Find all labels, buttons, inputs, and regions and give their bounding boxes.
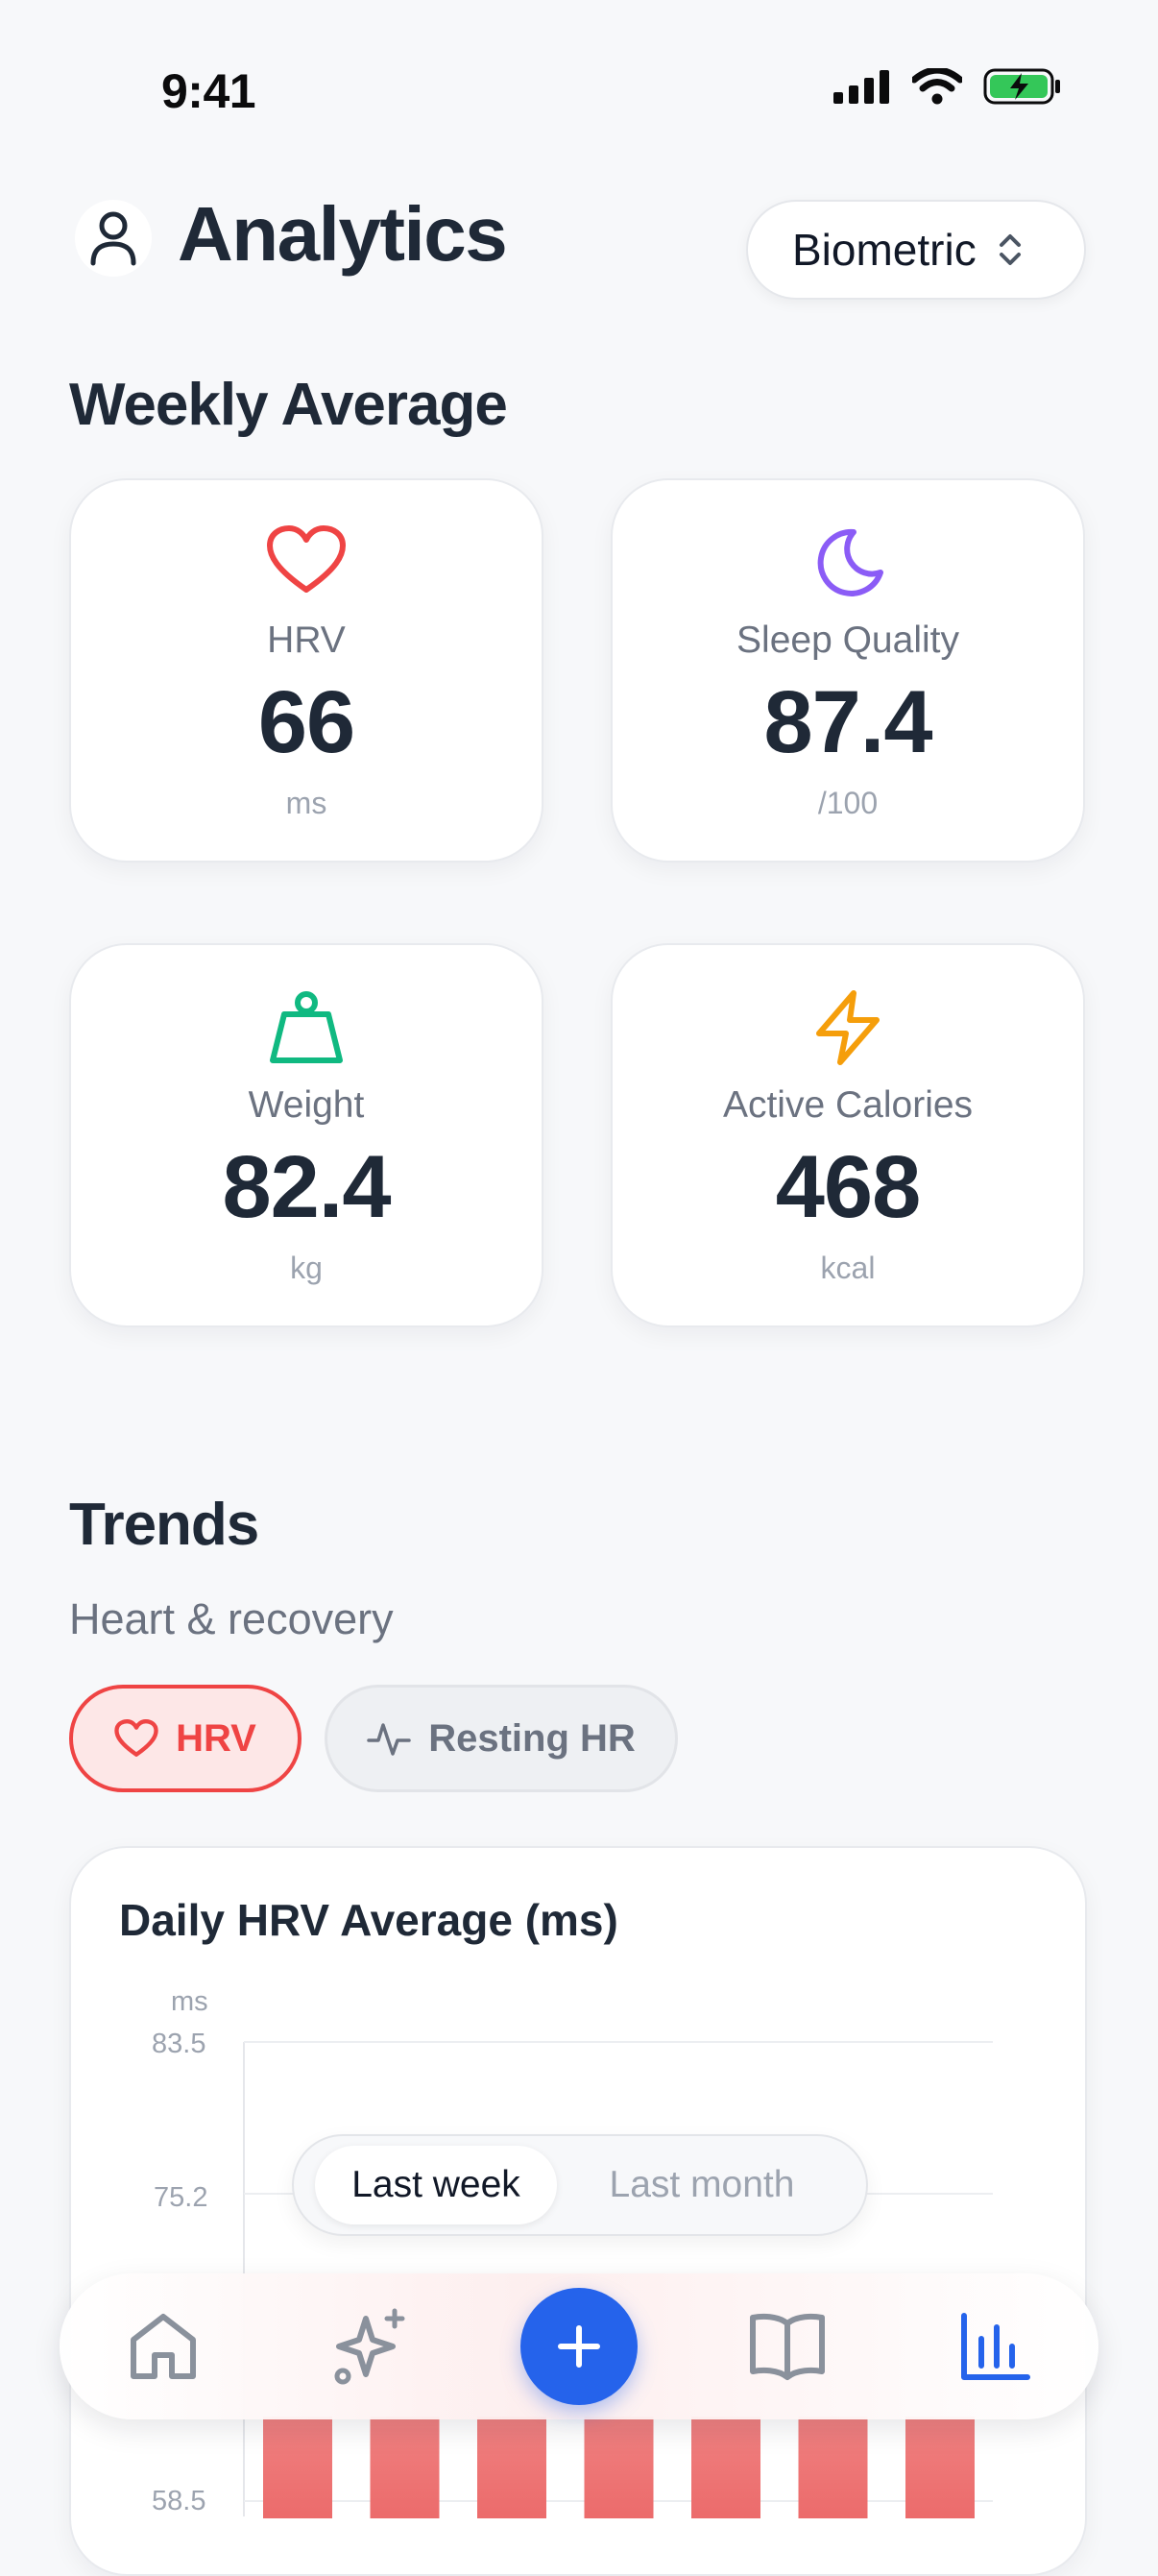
- chart-bar: [370, 2417, 440, 2518]
- range-toggle: Last week Last month: [292, 2134, 868, 2236]
- chart-bar: [691, 2417, 760, 2518]
- add-button[interactable]: [520, 2288, 638, 2405]
- chart-bar: [905, 2417, 975, 2518]
- home-icon: [131, 2314, 196, 2379]
- chart-bar: [584, 2417, 654, 2518]
- book-icon: [750, 2313, 825, 2380]
- chart-bar: [798, 2417, 868, 2518]
- sparkle-icon: [334, 2308, 405, 2385]
- nav-home[interactable]: [106, 2273, 221, 2419]
- bottom-nav: [60, 2273, 1098, 2419]
- nav-analytics[interactable]: [937, 2273, 1052, 2419]
- chart-icon: [961, 2313, 1030, 2380]
- add-icon: [558, 2325, 600, 2368]
- chart-bar: [477, 2417, 546, 2518]
- nav-ai[interactable]: [313, 2273, 428, 2419]
- range-last-week[interactable]: Last week: [315, 2146, 557, 2224]
- range-last-month[interactable]: Last month: [572, 2146, 832, 2224]
- chart-bar: [263, 2417, 332, 2518]
- nav-journal[interactable]: [730, 2273, 845, 2419]
